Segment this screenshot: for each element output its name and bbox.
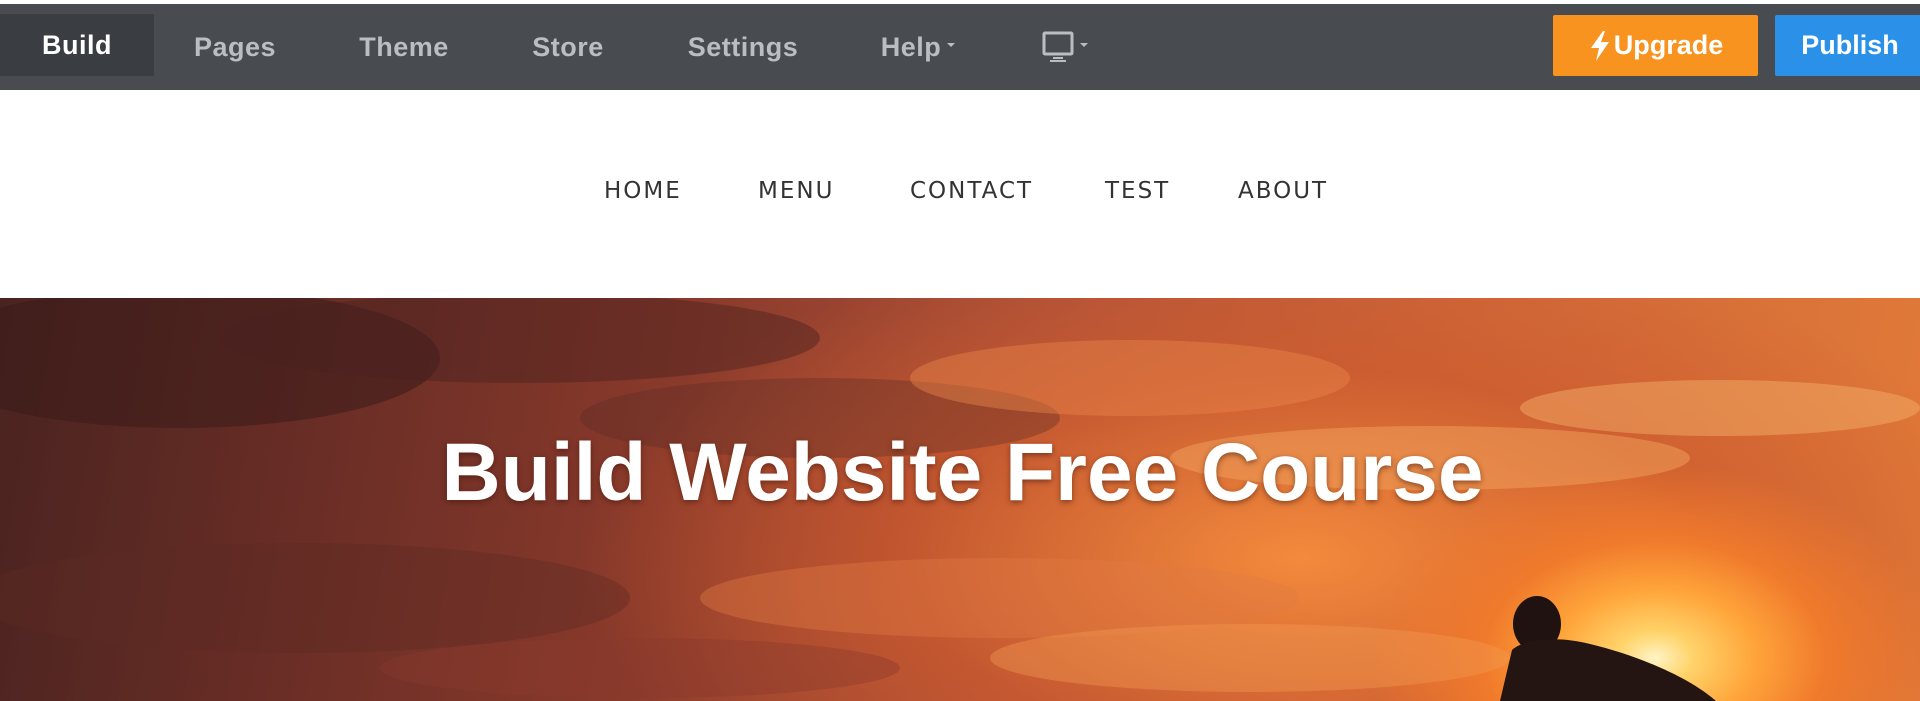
tab-pages-label: Pages — [193, 31, 277, 62]
nav-link-contact[interactable]: CONTACT — [910, 178, 1033, 204]
desktop-monitor-icon — [1042, 31, 1074, 62]
nav-link-menu[interactable]: MENU — [758, 178, 834, 204]
tab-settings-label: Settings — [687, 31, 799, 62]
hero-banner: Build Website Free Course — [0, 298, 1920, 701]
tab-store[interactable]: Store — [516, 4, 620, 90]
publish-button-label: Publish — [1801, 30, 1899, 60]
silhouette-person — [1500, 596, 1716, 701]
tab-build[interactable]: Build — [0, 14, 154, 76]
nav-link-home[interactable]: HOME — [604, 178, 682, 204]
device-preview-toggle[interactable] — [1030, 4, 1100, 90]
lightning-bolt-icon — [1590, 30, 1609, 61]
nav-link-about[interactable]: ABOUT — [1238, 178, 1328, 204]
editor-toolbar: Build Pages Theme Store Settings Help Up… — [0, 0, 1920, 90]
chevron-down-icon — [947, 43, 956, 47]
hero-title: Build Website Free Course — [441, 427, 1484, 518]
nav-link-test[interactable]: TEST — [1105, 178, 1170, 204]
tab-theme-label: Theme — [359, 31, 449, 62]
tab-theme[interactable]: Theme — [342, 4, 466, 90]
tab-help-label: Help — [880, 31, 942, 62]
publish-button[interactable]: Publish — [1775, 15, 1920, 76]
tab-store-label: Store — [532, 31, 604, 62]
chevron-down-icon — [1080, 43, 1088, 47]
tab-build-label: Build — [42, 29, 112, 60]
tab-settings[interactable]: Settings — [670, 4, 816, 90]
site-navigation: HOME MENU CONTACT TEST ABOUT — [0, 90, 1920, 298]
upgrade-button[interactable]: Upgrade — [1553, 15, 1758, 76]
upgrade-button-label: Upgrade — [1613, 30, 1724, 60]
tab-help[interactable]: Help — [866, 4, 970, 90]
tab-pages[interactable]: Pages — [178, 4, 292, 90]
